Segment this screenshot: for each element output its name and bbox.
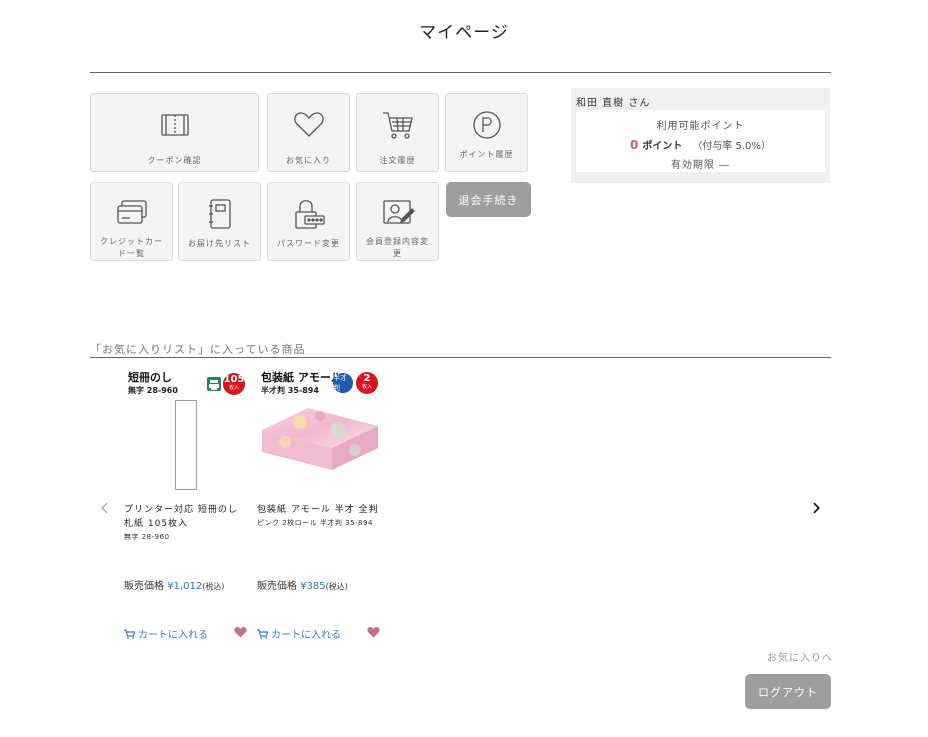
points-label: 利用可能ポイント	[656, 121, 745, 132]
chevron-right-icon	[813, 502, 820, 514]
menu-credit-label: クレジットカード一覧	[100, 237, 163, 258]
favorites-heading: 「お気に入りリスト」に入っている商品	[90, 343, 306, 356]
product-card: 包装紙 アモール 半才判 35-894 半才判 2 枚入 包装紙 アモール 半才 …	[257, 372, 385, 647]
cart-small-icon	[257, 628, 268, 639]
logout-button[interactable]: ログアウト	[745, 674, 831, 709]
points-rate: （付与率 5.0%）	[692, 141, 771, 152]
product-sub: ピンク 2枚ロール 半才判 35-894	[257, 519, 373, 527]
title-divider	[90, 72, 831, 73]
carousel-next-button[interactable]	[806, 498, 826, 518]
lock-icon	[289, 194, 329, 234]
menu-favorites[interactable]: お気に入り	[267, 93, 350, 172]
product-name[interactable]: 包装紙 アモール 半才 全判	[257, 503, 382, 517]
menu-password-label: パスワード変更	[277, 239, 340, 248]
favorites-view-all-link[interactable]: お気に入りへ	[767, 649, 833, 664]
credit-card-icon	[112, 194, 152, 232]
points-line: 0 ポイント （付与率 5.0%）	[576, 137, 825, 152]
product-name[interactable]: プリンター対応 短冊のし 札紙 105枚入	[124, 503, 249, 531]
menu-orders-label: 注文履歴	[379, 156, 416, 165]
page-title: マイページ	[419, 23, 509, 43]
cart-icon	[378, 105, 418, 145]
product-image-wrapping-box[interactable]	[260, 402, 380, 474]
points-expiry: 有効期限 ―	[670, 160, 731, 171]
withdraw-button[interactable]: 退会手続き	[446, 182, 531, 217]
member-panel: 和田 直樹 さん 利用可能ポイント 0 ポイント （付与率 5.0%） 有効期限 ―	[571, 88, 830, 183]
quantity-badge: 2 枚入	[356, 372, 378, 394]
product-card: 短冊のし 無字 28-960 105 枚入 プリンター対応 短冊のし 札紙 105…	[124, 372, 252, 647]
cart-small-icon	[124, 628, 135, 639]
menu-points-label: ポイント履歴	[459, 150, 514, 159]
size-badge: 半才判	[333, 373, 353, 393]
menu-coupon[interactable]: クーポン確認	[90, 93, 259, 172]
product-price: 販売価格 ¥1,012(税込)	[124, 581, 225, 592]
product-image-tanzaku[interactable]	[175, 400, 197, 490]
chevron-left-icon	[101, 502, 108, 514]
product-tag-sub: 無字 28-960	[128, 386, 178, 395]
favorites-divider	[90, 357, 831, 358]
favorite-heart-icon[interactable]	[234, 626, 247, 638]
carousel-prev-button[interactable]	[95, 498, 115, 518]
menu-points[interactable]: ポイント履歴	[445, 93, 528, 172]
points-box: 利用可能ポイント 0 ポイント （付与率 5.0%） 有効期限 ―	[576, 110, 825, 172]
menu-delivery[interactable]: お届け先リスト	[178, 182, 261, 261]
member-name: 和田 直樹 さん	[576, 98, 651, 109]
add-to-cart-button[interactable]: カートに入れる	[257, 626, 341, 641]
product-sub: 無字 28-960	[124, 533, 170, 541]
coupon-book-icon	[155, 105, 195, 145]
points-value: 0	[630, 138, 639, 152]
points-unit: ポイント	[642, 141, 683, 152]
product-price: 販売価格 ¥385(税込)	[257, 581, 348, 592]
printer-badge-icon	[207, 377, 221, 391]
menu-profile-label: 会員登録内容変更	[366, 237, 429, 258]
menu-delivery-label: お届け先リスト	[188, 239, 251, 248]
product-tag-title: 短冊のし	[128, 371, 172, 384]
product-tag-sub: 半才判 35-894	[261, 386, 319, 395]
favorite-heart-icon[interactable]	[367, 626, 380, 638]
profile-edit-icon	[378, 194, 418, 232]
product-tag-title: 包装紙 アモール	[261, 371, 342, 384]
quantity-badge: 105 枚入	[223, 373, 245, 395]
menu-orders[interactable]: 注文履歴	[356, 93, 439, 172]
heart-outline-icon	[289, 105, 329, 145]
add-to-cart-button[interactable]: カートに入れる	[124, 626, 208, 641]
point-p-icon	[467, 105, 507, 145]
address-book-icon	[200, 194, 240, 234]
menu-favorites-label: お気に入り	[286, 156, 331, 165]
menu-coupon-label: クーポン確認	[147, 156, 202, 165]
menu-profile[interactable]: 会員登録内容変更	[356, 182, 439, 261]
menu-password[interactable]: パスワード変更	[267, 182, 350, 261]
menu-credit[interactable]: クレジットカード一覧	[90, 182, 173, 261]
